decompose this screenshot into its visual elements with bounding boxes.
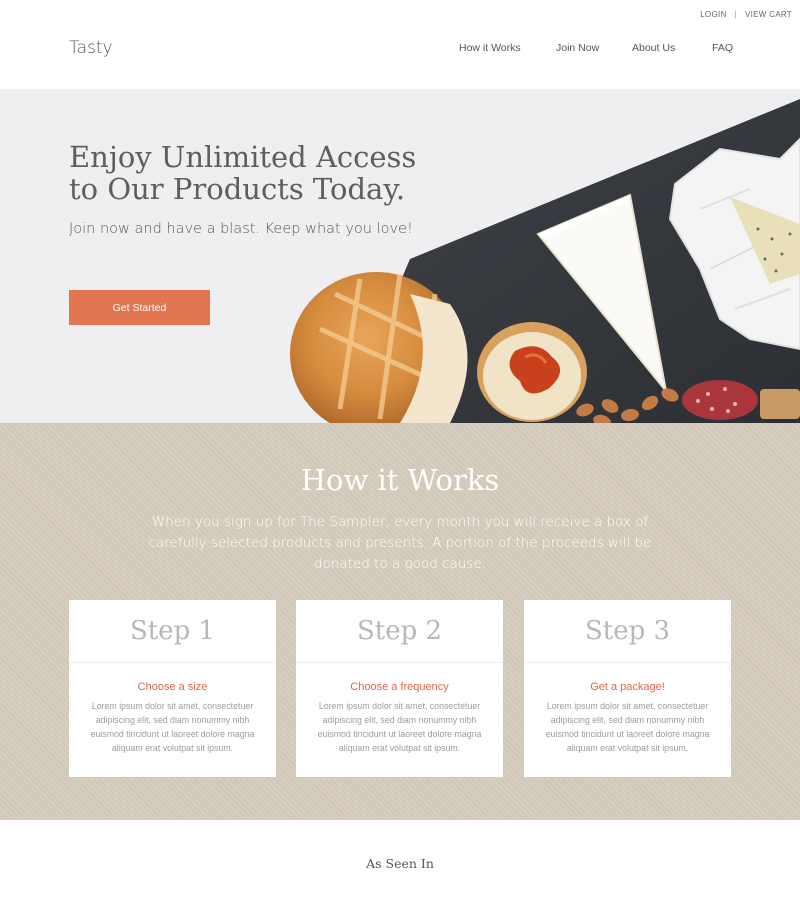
as-seen-in-section: As Seen In [0,820,800,920]
step-body: Lorem ipsum dolor sit amet, consectetuer… [545,701,710,753]
as-seen-in-title: As Seen In [366,856,434,871]
step-title[interactable]: Choose a frequency [296,681,503,693]
hero-title: Enjoy Unlimited Access to Our Products T… [69,140,417,206]
hero-subtitle: Join now and have a blast. Keep what you… [69,221,413,237]
step-heading: Step 1 [69,600,276,663]
how-it-works-title: How it Works [300,463,500,497]
nav-join-now[interactable]: Join Now [556,42,599,54]
step-card-1: Step 1 Choose a size Lorem ipsum dolor s… [69,600,276,777]
step-card-2: Step 2 Choose a frequency Lorem ipsum do… [296,600,503,777]
step-heading: Step 2 [296,600,503,663]
get-started-button[interactable]: Get Started [69,290,210,325]
how-it-works-section: How it Works When you sign up for The Sa… [0,423,800,820]
nav-faq[interactable]: FAQ [712,42,733,54]
nav-how-it-works[interactable]: How it Works [459,42,521,54]
step-body: Lorem ipsum dolor sit amet, consectetuer… [317,701,482,753]
step-title[interactable]: Get a package! [524,681,731,693]
site-header: Tasty How it Works Join Now About Us FAQ [0,0,800,89]
step-title[interactable]: Choose a size [69,681,276,693]
main-nav: How it Works Join Now About Us FAQ [0,42,800,56]
step-card-3: Step 3 Get a package! Lorem ipsum dolor … [524,600,731,777]
nav-about-us[interactable]: About Us [632,42,675,54]
hero-section: Enjoy Unlimited Access to Our Products T… [0,89,800,423]
step-body: Lorem ipsum dolor sit amet, consectetuer… [90,701,255,753]
step-heading: Step 3 [524,600,731,663]
how-it-works-description: When you sign up for The Sampler, every … [148,514,652,572]
